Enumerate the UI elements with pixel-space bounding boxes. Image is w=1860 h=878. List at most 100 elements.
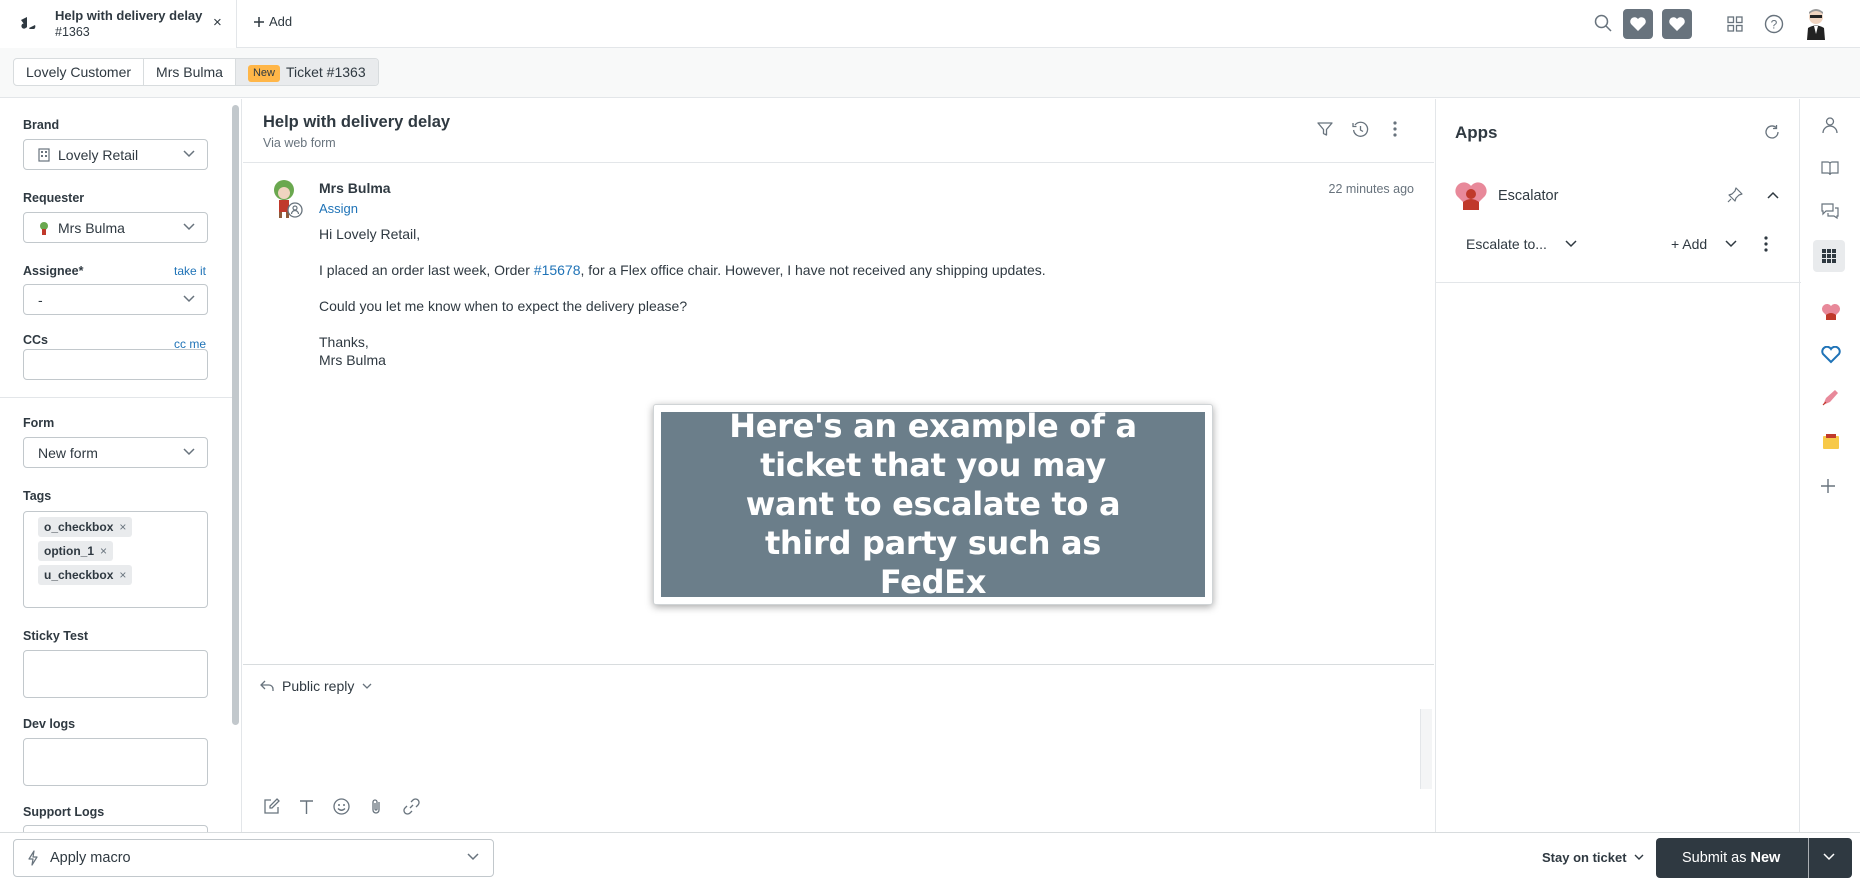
products-grid-icon[interactable] (1727, 16, 1743, 32)
remove-tag-icon[interactable]: × (100, 544, 107, 558)
form-select[interactable]: New form (23, 437, 208, 468)
tag-label: o_checkbox (44, 520, 114, 534)
tab-title: Help with delivery delay (55, 8, 203, 23)
heart-app-icon[interactable] (1662, 9, 1692, 39)
annotation-overlay: Here's an example of a ticket that you m… (653, 404, 1213, 605)
support-logs-label: Support Logs (23, 805, 105, 819)
escalator-app (1436, 147, 1801, 283)
divider (0, 397, 232, 398)
notepad-icon[interactable] (1821, 433, 1841, 451)
bolt-icon (28, 850, 38, 866)
brand-select[interactable]: Lovely Retail (23, 139, 208, 170)
ticket-header: Help with delivery delay Via web form (243, 99, 1434, 163)
requester-value: Mrs Bulma (58, 219, 125, 236)
apps-grid-icon[interactable] (1813, 240, 1845, 272)
annotation-text: Here's an example of a ticket that you m… (661, 407, 1205, 601)
breadcrumb-ticket[interactable]: New Ticket #1363 (235, 59, 378, 85)
remove-tag-icon[interactable]: × (119, 568, 126, 582)
assign-link[interactable]: Assign (319, 201, 358, 216)
support-logs-input[interactable] (23, 825, 208, 832)
dev-logs-label: Dev logs (23, 717, 76, 731)
message-greeting: Hi Lovely Retail, (319, 226, 421, 242)
text-format-icon[interactable] (298, 798, 315, 815)
chevron-up-icon[interactable] (1767, 191, 1779, 199)
status-badge: New (247, 65, 280, 82)
heart-app-icon[interactable] (1623, 9, 1653, 39)
tags-input[interactable]: o_checkbox × option_1 × u_checkbox × (23, 511, 208, 608)
scrollbar[interactable] (1420, 709, 1432, 789)
assignee-select[interactable]: - (23, 284, 208, 315)
message-text: , for a Flex office chair. However, I ha… (580, 262, 1046, 278)
apply-macro-select[interactable]: Apply macro (13, 839, 494, 877)
breadcrumb-organization[interactable]: Lovely Customer (14, 59, 145, 85)
chevron-down-icon (467, 853, 479, 861)
order-link[interactable]: #15678 (534, 262, 581, 278)
assignee-label: Assignee* (23, 264, 84, 278)
link-icon[interactable] (403, 798, 420, 815)
plus-icon[interactable] (1821, 479, 1835, 493)
apps-title: Apps (1455, 123, 1498, 142)
requester-avatar (274, 180, 303, 218)
tag-chip: u_checkbox × (38, 565, 133, 585)
escalator-icon[interactable] (1821, 303, 1841, 321)
context-rail (1801, 99, 1860, 832)
breadcrumb: Lovely Customer Mrs Bulma New Ticket #136… (13, 58, 379, 86)
stay-on-ticket-select[interactable]: Stay on ticket (1542, 850, 1644, 865)
escalator-icon (1455, 182, 1487, 210)
attachment-icon[interactable] (368, 798, 385, 815)
dev-logs-input[interactable] (23, 738, 208, 786)
close-tab-icon[interactable]: × (213, 14, 222, 31)
add-escalation-button[interactable]: + Add (1671, 236, 1737, 252)
editor-toolbar (263, 798, 420, 815)
chevron-down-icon (362, 683, 372, 689)
breadcrumb-requester[interactable]: Mrs Bulma (144, 59, 236, 85)
add-tab-button[interactable]: Add (254, 14, 292, 29)
filter-icon[interactable] (1317, 121, 1333, 137)
conversation-panel: Help with delivery delay Via web form Mr… (243, 99, 1434, 832)
chevron-down-icon (183, 295, 195, 303)
more-icon[interactable] (1764, 236, 1768, 252)
compose-icon[interactable] (263, 798, 280, 815)
more-icon[interactable] (1393, 121, 1397, 137)
take-it-link[interactable]: take it (174, 264, 206, 278)
user-avatar[interactable] (1803, 8, 1829, 42)
person-icon[interactable] (1821, 116, 1839, 134)
help-icon[interactable]: ? (1764, 14, 1784, 34)
bottom-bar: Apply macro Stay on ticket Submit as New (0, 832, 1860, 878)
app-name: Escalator (1498, 188, 1559, 204)
heart-app-icon[interactable] (1821, 346, 1841, 364)
reply-type-select[interactable]: Public reply (260, 678, 372, 694)
chevron-down-icon (1725, 240, 1737, 248)
annotation-text-content: Here's an example of a ticket that you m… (729, 407, 1137, 601)
requester-avatar (40, 221, 48, 235)
chevron-down-icon[interactable] (1823, 853, 1835, 861)
apps-panel: Apps Escalator Escalate to... + Add (1435, 99, 1801, 832)
button-divider (1808, 838, 1809, 878)
zendesk-logo-icon (21, 17, 36, 29)
reply-icon (260, 680, 274, 691)
chat-icon[interactable] (1821, 202, 1839, 220)
search-icon[interactable] (1594, 14, 1612, 32)
brand-label: Brand (23, 118, 60, 132)
ticket-fields-panel: Brand Lovely Retail Requester Mrs Bulma … (0, 99, 242, 832)
message-text: I placed an order last week, Order (319, 262, 534, 278)
reply-editor[interactable]: Public reply (243, 664, 1434, 832)
message-signature: Mrs Bulma (319, 352, 386, 368)
pen-icon[interactable] (1821, 389, 1839, 407)
requester-select[interactable]: Mrs Bulma (23, 212, 208, 243)
form-value: New form (38, 444, 98, 461)
remove-tag-icon[interactable]: × (119, 520, 126, 534)
ccs-input[interactable] (23, 349, 208, 380)
pin-icon[interactable] (1727, 187, 1743, 203)
ticket-title: Help with delivery delay (263, 113, 451, 131)
submit-button[interactable]: Submit as New (1656, 838, 1852, 878)
history-icon[interactable] (1352, 121, 1369, 138)
sticky-test-input[interactable] (23, 650, 208, 698)
escalate-to-select[interactable]: Escalate to... (1466, 236, 1577, 252)
ticket-tab[interactable]: Help with delivery delay #1363 × (0, 0, 237, 48)
sender-name[interactable]: Mrs Bulma (319, 180, 391, 196)
scrollbar[interactable] (232, 105, 239, 725)
refresh-icon[interactable] (1764, 124, 1780, 140)
emoji-icon[interactable] (333, 798, 350, 815)
book-icon[interactable] (1821, 159, 1839, 177)
